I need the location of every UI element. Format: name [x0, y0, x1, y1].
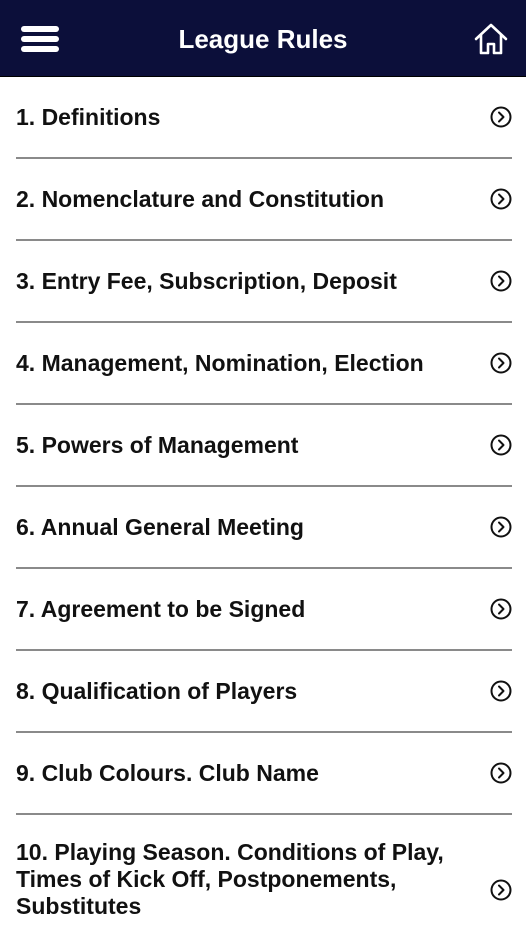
rule-label: 4. Management, Nomination, Election	[16, 349, 424, 376]
rule-label: 5. Powers of Management	[16, 431, 299, 458]
chevron-right-circle-icon	[490, 680, 512, 702]
rule-row[interactable]: 10. Playing Season. Conditions of Play, …	[0, 815, 526, 927]
chevron-right-circle-icon	[490, 762, 512, 784]
menu-button[interactable]	[12, 18, 68, 60]
rule-row[interactable]: 7. Agreement to be Signed	[0, 569, 526, 649]
rule-label: 10. Playing Season. Conditions of Play, …	[16, 839, 444, 919]
rule-label: 7. Agreement to be Signed	[16, 595, 306, 622]
rule-row[interactable]: 5. Powers of Management	[0, 405, 526, 485]
rule-row[interactable]: 9. Club Colours. Club Name	[0, 733, 526, 813]
rule-label: 9. Club Colours. Club Name	[16, 759, 319, 786]
chevron-right-circle-icon	[490, 598, 512, 620]
rule-row[interactable]: 6. Annual General Meeting	[0, 487, 526, 567]
rules-list: 1. Definitions 2. Nomenclature and Const…	[0, 77, 526, 927]
chevron-right-circle-icon	[490, 879, 512, 901]
rule-row[interactable]: 2. Nomenclature and Constitution	[0, 159, 526, 239]
page-title: League Rules	[178, 24, 348, 54]
chevron-right-circle-icon	[490, 106, 512, 128]
rule-row[interactable]: 8. Qualification of Players	[0, 651, 526, 731]
hamburger-menu-icon	[21, 26, 59, 52]
rule-row[interactable]: 4. Management, Nomination, Election	[0, 323, 526, 403]
home-icon	[474, 23, 508, 55]
chevron-right-circle-icon	[490, 188, 512, 210]
rule-row[interactable]: 1. Definitions	[0, 77, 526, 157]
chevron-right-circle-icon	[490, 516, 512, 538]
app-header: League Rules	[0, 0, 526, 77]
home-button[interactable]	[466, 16, 516, 62]
rule-label: 6. Annual General Meeting	[16, 513, 304, 540]
chevron-right-circle-icon	[490, 434, 512, 456]
rule-label: 2. Nomenclature and Constitution	[16, 185, 385, 212]
rule-label: 8. Qualification of Players	[16, 677, 298, 704]
rule-label: 1. Definitions	[16, 103, 161, 130]
chevron-right-circle-icon	[490, 352, 512, 374]
rule-row[interactable]: 3. Entry Fee, Subscription, Deposit	[0, 241, 526, 321]
chevron-right-circle-icon	[490, 270, 512, 292]
rule-label: 3. Entry Fee, Subscription, Deposit	[16, 267, 397, 294]
